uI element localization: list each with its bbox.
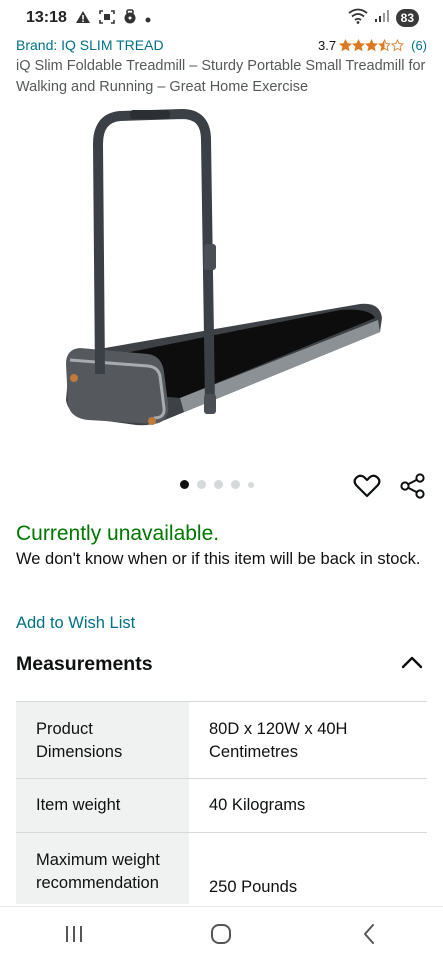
star-rating (339, 38, 405, 52)
star-icon (352, 38, 366, 51)
carousel-dot[interactable] (248, 481, 254, 488)
system-nav-bar (0, 906, 443, 960)
measurements-table: Product Dimensions 80D x 120W x 40H Cent… (16, 701, 427, 904)
availability-note: We don't know when or if this item will … (16, 550, 421, 568)
wifi-icon (348, 8, 368, 29)
warning-icon (75, 10, 91, 27)
home-button[interactable] (191, 914, 251, 954)
battery-indicator: 83 (395, 9, 419, 27)
back-button[interactable] (339, 914, 399, 954)
product-title: iQ Slim Foldable Treadmill – Sturdy Port… (16, 58, 426, 95)
table-row: Maximum weight recommendation 250 Pounds (16, 833, 427, 904)
add-to-wishlist-link[interactable]: Add to Wish List (16, 614, 135, 633)
status-time: 13:18 (26, 9, 67, 26)
star-icon (378, 38, 392, 51)
carousel-dot[interactable] (180, 480, 189, 489)
status-right: 83 (348, 8, 419, 29)
share-icon[interactable] (400, 473, 426, 499)
availability-status: Currently unavailable. (16, 522, 220, 545)
carousel-dot[interactable] (197, 480, 206, 489)
spec-key: Maximum weight recommendation (16, 833, 189, 904)
table-row: Product Dimensions 80D x 120W x 40H Cent… (16, 702, 427, 779)
section-title: Measurements (16, 652, 153, 675)
carousel-dot[interactable] (231, 480, 240, 489)
brand-link[interactable]: Brand: IQ SLIM TREAD (16, 37, 164, 53)
lock-icon (123, 9, 137, 27)
measurements-header[interactable]: Measurements (16, 650, 427, 678)
table-row: Item weight 40 Kilograms (16, 779, 427, 833)
spec-value: 40 Kilograms (209, 796, 306, 814)
brand-rating-row: Brand: IQ SLIM TREAD 3.7 (6) (16, 36, 427, 54)
heart-icon[interactable] (353, 473, 381, 499)
signal-icon (374, 9, 390, 28)
spec-key: Item weight (16, 779, 189, 832)
spec-value: 80D x 120W x 40H Centimetres (209, 720, 348, 761)
star-icon (391, 38, 405, 51)
rating-value: 3.7 (318, 37, 337, 53)
chevron-up-icon[interactable] (401, 655, 427, 674)
spec-value: 250 Pounds (209, 878, 298, 896)
star-icon (365, 38, 379, 51)
dot-icon (145, 10, 151, 26)
screenshot-icon (99, 9, 115, 27)
review-count[interactable]: (6) (411, 38, 427, 53)
status-left: 13:18 (26, 9, 151, 27)
status-bar: 13:18 83 (0, 0, 443, 36)
product-image[interactable] (40, 104, 400, 440)
star-icon (339, 38, 353, 51)
recent-apps-button[interactable] (44, 914, 104, 954)
carousel-dot[interactable] (214, 480, 223, 489)
image-carousel-dots[interactable] (180, 480, 254, 489)
rating-summary[interactable]: 3.7 (6) (318, 38, 427, 53)
spec-key: Product Dimensions (16, 702, 189, 778)
